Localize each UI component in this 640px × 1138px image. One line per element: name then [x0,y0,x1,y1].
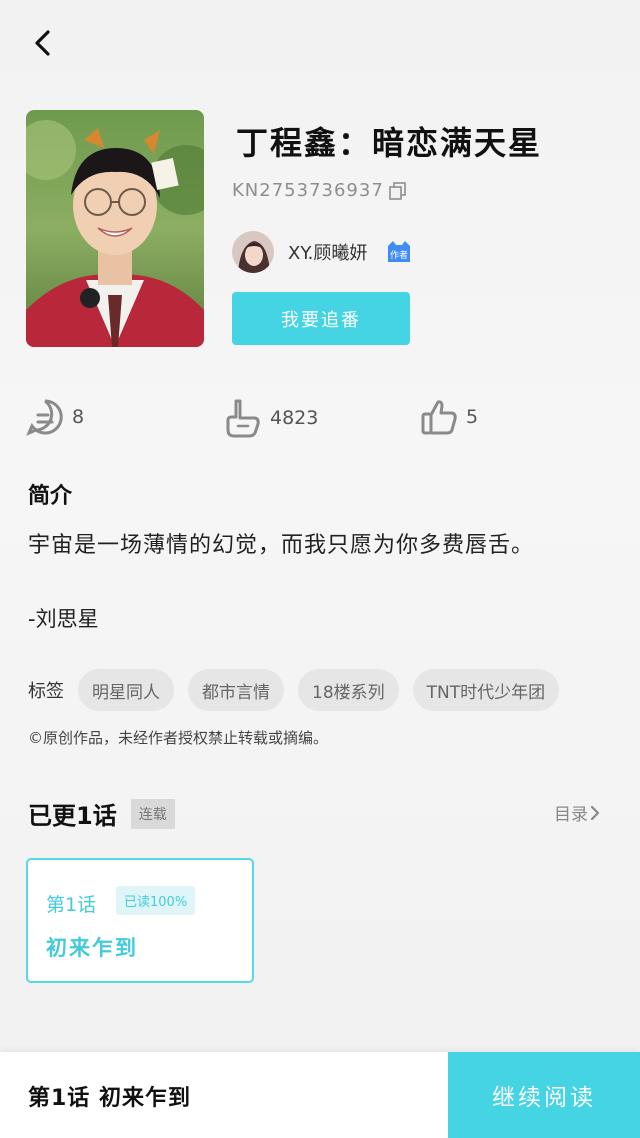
tag-chip[interactable]: 18楼系列 [298,669,399,711]
book-title: 丁程鑫：暗恋满天星 [236,124,543,162]
intro-text: 宇宙是一场薄情的幻觉，而我只愿为你多费唇舌。 [28,533,535,558]
chevron-left-icon [35,30,50,56]
status-badge: 连载 [130,798,175,829]
chevron-right-icon [590,805,600,820]
comment-icon [26,399,63,436]
tag-chip[interactable]: 明星同人 [78,669,174,711]
continue-reading-button[interactable]: 继续阅读 [448,1052,640,1138]
bottom-bar: 第1话 初来乍到 继续阅读 [0,1052,640,1138]
like-count: 5 [466,406,479,428]
poke-count: 4823 [270,407,319,429]
copyright-notice: ©原创作品，未经作者授权禁止转载或摘编。 [28,729,329,747]
poke-icon [226,399,260,438]
intro-title: 简介 [28,484,73,509]
chapter-name: 初来乍到 [46,936,138,960]
author-row[interactable]: XY.顾曦妍 作者 [232,231,413,273]
book-cover[interactable] [26,110,204,347]
comment-count: 8 [72,406,85,428]
author-badge-icon: 作者 [388,241,411,262]
chapters-count: 已更1话 [28,802,117,830]
book-id-text: KN2753736937 [232,180,384,201]
thumbs-up-icon [421,400,457,435]
tag-chip[interactable]: TNT时代少年团 [412,669,560,711]
current-chapter-label[interactable]: 第1话 初来乍到 [28,1080,191,1112]
catalog-label: 目录 [554,805,588,825]
like-stat[interactable]: 5 [420,398,478,436]
tags-label: 标签 [28,681,64,702]
intro-signature: -刘思星 [28,607,99,631]
tag-chip[interactable]: 都市言情 [188,669,284,711]
read-progress-badge: 已读100% [116,886,196,915]
author-name[interactable]: XY.顾曦妍 [288,239,367,265]
author-badge-label: 作者 [390,249,408,261]
chapter-number: 第1话 [46,894,97,916]
author-avatar[interactable] [232,231,274,273]
chapters-header: 已更1话 连载 [28,796,175,831]
comment-stat[interactable]: 8 [26,398,84,436]
poke-stat[interactable]: 4823 [224,398,318,438]
catalog-link[interactable]: 目录 [554,800,602,825]
chapter-card[interactable]: 第1话 已读100% 初来乍到 [26,858,254,983]
back-button[interactable] [26,26,60,60]
tags-row: 标签 明星同人 都市言情 18楼系列 TNT时代少年团 [28,669,573,711]
copy-icon[interactable] [388,181,408,201]
book-id: KN2753736937 [232,180,408,201]
follow-button[interactable]: 我要追番 [232,292,410,345]
